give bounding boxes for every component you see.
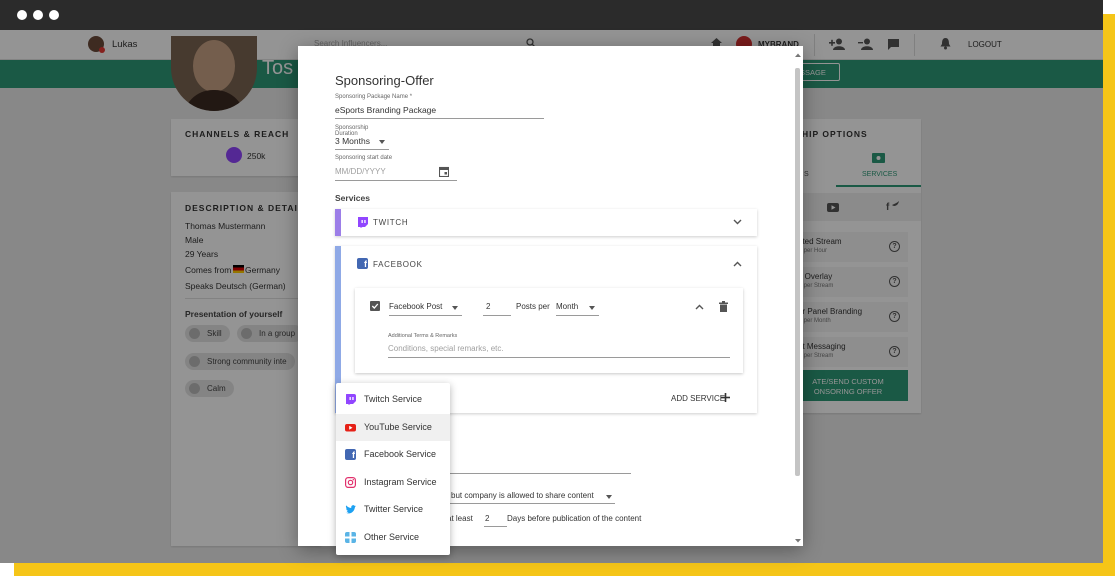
yellow-accent-bottom [14, 563, 1115, 576]
start-date-input[interactable]: MM/DD/YYYY [335, 167, 386, 176]
menu-item-twitch-service[interactable]: Twitch Service [336, 386, 450, 413]
terms-input[interactable]: Conditions, special remarks, etc. [388, 344, 504, 353]
plus-icon[interactable] [721, 393, 730, 402]
services-title: Services [335, 193, 370, 203]
chevron-down-icon[interactable] [452, 306, 458, 310]
package-name-label: Sponsoring Package Name * [335, 94, 413, 100]
scroll-up-arrow-icon[interactable] [795, 53, 801, 58]
post-count-underline [483, 315, 511, 316]
duration-underline [335, 149, 389, 150]
menu-item-label: Facebook Service [364, 449, 437, 459]
package-name-underline [335, 118, 544, 119]
twitch-icon [346, 394, 356, 405]
facebook-service-label: FACEBOOK [373, 260, 423, 269]
terms-label: Additional Terms & Remarks [388, 333, 458, 339]
add-service-button[interactable]: ADD SERVICE [671, 394, 725, 403]
menu-item-label: Other Service [364, 532, 420, 542]
yellow-accent-right [1102, 14, 1115, 576]
twitch-service-panel[interactable]: TWITCH [335, 209, 757, 236]
start-date-label: Sponsoring start date [335, 155, 393, 161]
twitch-icon [358, 217, 368, 228]
menu-item-twitter-service[interactable]: Twitter Service [336, 496, 450, 523]
hidden-field-underline [450, 473, 631, 474]
days-underline [484, 526, 507, 527]
twitch-service-label: TWITCH [373, 218, 409, 227]
at-least-label: at least [447, 514, 473, 523]
chevron-down-icon[interactable] [606, 495, 612, 499]
period-underline [556, 315, 599, 316]
period-select[interactable]: Month [556, 302, 578, 311]
menu-item-other-service[interactable]: Other Service [336, 524, 450, 551]
content-rights-select[interactable]: but company is allowed to share content [451, 491, 594, 500]
package-name-input[interactable]: eSports Branding Package [335, 105, 436, 115]
days-input[interactable]: 2 [485, 514, 489, 523]
facebook-icon: f [345, 449, 356, 460]
post-type-underline [389, 315, 462, 316]
service-type-menu: Twitch Service YouTube Service f Faceboo… [336, 383, 450, 555]
facebook-post-item: Facebook Post 2 Posts per Month Addition… [355, 288, 743, 373]
check-icon [371, 303, 379, 309]
post-type-select[interactable]: Facebook Post [389, 302, 442, 311]
menu-item-label: YouTube Service [364, 422, 432, 432]
chevron-down-icon[interactable] [589, 306, 595, 310]
instagram-icon [345, 477, 356, 488]
terms-underline [388, 357, 730, 358]
menu-item-youtube-service[interactable]: YouTube Service [336, 414, 450, 441]
youtube-icon [345, 424, 356, 432]
window-close-dot[interactable] [17, 10, 27, 20]
window-minimize-dot[interactable] [33, 10, 43, 20]
chevron-down-icon[interactable] [379, 140, 385, 144]
window-maximize-dot[interactable] [49, 10, 59, 20]
grid-icon [345, 532, 356, 543]
start-date-underline [335, 180, 457, 181]
window-titlebar [0, 0, 1103, 30]
duration-select[interactable]: 3 Months [335, 136, 370, 146]
scroll-down-arrow-icon[interactable] [795, 538, 801, 543]
posts-per-label: Posts per [516, 302, 550, 311]
chevron-up-icon[interactable] [733, 261, 742, 267]
days-before-label: Days before publication of the content [507, 514, 642, 523]
calendar-icon[interactable] [439, 166, 449, 177]
facebook-icon: f [357, 258, 368, 269]
menu-item-instagram-service[interactable]: Instagram Service [336, 469, 450, 496]
twitter-icon [345, 505, 356, 514]
twitch-accent [335, 209, 341, 236]
menu-item-label: Instagram Service [364, 477, 437, 487]
dialog-scrollbar[interactable] [795, 68, 800, 476]
delete-icon[interactable] [719, 301, 728, 312]
content-rights-underline [450, 503, 615, 504]
menu-item-label: Twitter Service [364, 504, 424, 514]
menu-item-facebook-service[interactable]: f Facebook Service [336, 441, 450, 468]
chevron-up-icon[interactable] [695, 304, 704, 310]
post-count-input[interactable]: 2 [486, 302, 490, 311]
chevron-down-icon[interactable] [733, 219, 742, 225]
dialog-title: Sponsoring-Offer [335, 73, 434, 88]
menu-item-label: Twitch Service [364, 394, 423, 404]
